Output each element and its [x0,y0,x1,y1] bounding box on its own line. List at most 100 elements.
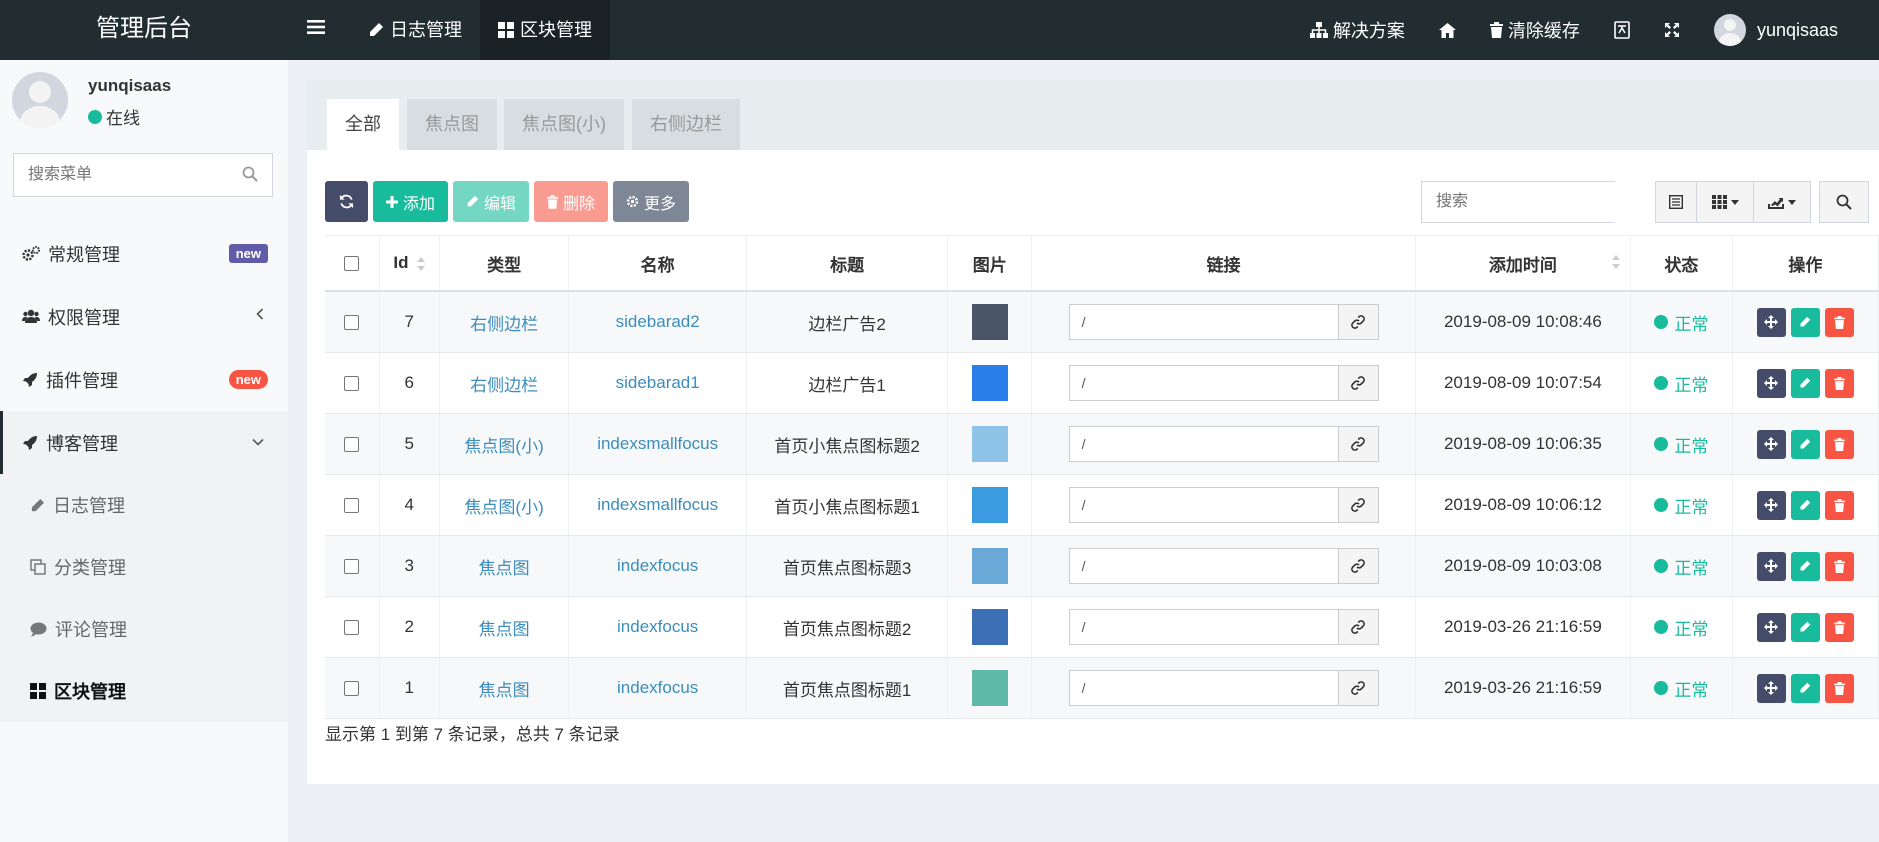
row-name-link[interactable]: sidebarad1 [616,373,700,392]
row-edit-button[interactable] [1790,612,1820,642]
advanced-search-button[interactable] [1819,181,1869,223]
export-button[interactable] [1753,181,1811,223]
table-row[interactable]: 2 焦点图 indexfocus 首页焦点图标题2 / 2019-03-26 2… [325,596,1879,658]
row-name-link[interactable]: indexsmallfocus [597,434,718,453]
open-link-button[interactable] [1338,548,1379,584]
drag-sort-button[interactable] [1756,612,1786,642]
table-row[interactable]: 6 右侧边栏 sidebarad1 边栏广告1 / 2019-08-09 10:… [325,352,1879,414]
sidebar-item-block-manage[interactable]: 区块管理 [0,660,288,722]
row-checkbox[interactable] [344,559,360,575]
row-checkbox[interactable] [344,620,360,636]
row-url-input[interactable]: / [1068,548,1339,584]
row-edit-button[interactable] [1790,307,1820,337]
table-row[interactable]: 4 焦点图(小) indexsmallfocus 首页小焦点图标题1 / 201… [325,474,1879,536]
row-edit-button[interactable] [1790,673,1820,703]
row-checkbox[interactable] [344,437,360,453]
row-url-input[interactable]: / [1068,426,1339,462]
row-thumbnail[interactable] [971,609,1008,645]
open-link-button[interactable] [1338,609,1379,645]
user-menu[interactable]: yunqisaas [1697,0,1855,60]
row-edit-button[interactable] [1790,368,1820,398]
row-checkbox[interactable] [344,376,360,392]
drag-sort-button[interactable] [1756,368,1786,398]
row-thumbnail[interactable] [971,304,1008,340]
fullscreen-button[interactable] [1647,0,1697,60]
add-button[interactable]: 添加 [373,181,449,222]
row-checkbox[interactable] [344,315,360,331]
row-url-input[interactable]: / [1068,609,1339,645]
sidebar-item-comment-manage[interactable]: 评论管理 [0,598,288,660]
sidebar-toggle-button[interactable] [296,0,336,60]
row-delete-button[interactable] [1824,368,1854,398]
row-name-link[interactable]: sidebarad2 [616,312,700,331]
row-url-input[interactable]: / [1068,487,1339,523]
open-link-button[interactable] [1338,670,1379,706]
top-nav-block-manage[interactable]: 区块管理 [480,0,610,60]
row-name-link[interactable]: indexfocus [617,678,698,697]
drag-sort-button[interactable] [1756,429,1786,459]
menu-search-input[interactable] [14,154,252,196]
tab-all[interactable]: 全部 [327,99,399,150]
row-checkbox[interactable] [344,681,360,697]
drag-sort-button[interactable] [1756,551,1786,581]
row-type-link[interactable]: 右侧边栏 [470,376,538,395]
drag-sort-button[interactable] [1756,673,1786,703]
row-edit-button[interactable] [1790,429,1820,459]
row-delete-button[interactable] [1824,490,1854,520]
select-all-checkbox[interactable] [344,256,360,272]
column-header-time[interactable]: 添加时间 [1415,235,1632,292]
clear-cache-button[interactable]: 清除缓存 [1473,0,1597,60]
sidebar-item-category-manage[interactable]: 分类管理 [0,536,288,598]
open-link-button[interactable] [1338,487,1379,523]
sidebar-item-log-manage[interactable]: 日志管理 [0,474,288,536]
tab-focus-small[interactable]: 焦点图(小) [504,99,624,150]
row-thumbnail[interactable] [971,548,1008,584]
top-nav-log-manage[interactable]: 日志管理 [350,0,480,60]
row-name-link[interactable]: indexsmallfocus [597,495,718,514]
table-search-input[interactable] [1422,182,1630,222]
refresh-button[interactable] [325,181,368,222]
sidebar-item-blog[interactable]: 博客管理 [0,411,288,474]
row-type-link[interactable]: 右侧边栏 [470,315,538,334]
row-url-input[interactable]: / [1068,365,1339,401]
edit-button[interactable]: 编辑 [453,181,530,222]
open-link-button[interactable] [1338,365,1379,401]
table-row[interactable]: 3 焦点图 indexfocus 首页焦点图标题3 / 2019-08-09 1… [325,535,1879,597]
row-name-link[interactable]: indexfocus [617,556,698,575]
sidebar-item-plugins[interactable]: 插件管理 new [0,348,288,411]
columns-toggle-button[interactable] [1696,181,1754,223]
card-view-button[interactable] [1655,181,1697,223]
solutions-link[interactable]: 解决方案 [1293,0,1422,60]
app-logo[interactable]: 管理后台 [0,0,288,60]
table-row[interactable]: 7 右侧边栏 sidebarad2 边栏广告2 / 2019-08-09 10:… [325,291,1879,353]
row-thumbnail[interactable] [971,426,1008,462]
row-delete-button[interactable] [1824,551,1854,581]
row-name-link[interactable]: indexfocus [617,617,698,636]
row-delete-button[interactable] [1824,429,1854,459]
drag-sort-button[interactable] [1756,307,1786,337]
row-thumbnail[interactable] [971,487,1008,523]
row-url-input[interactable]: / [1068,670,1339,706]
language-button[interactable] [1597,0,1647,60]
tab-focus[interactable]: 焦点图 [407,99,497,150]
drag-sort-button[interactable] [1756,490,1786,520]
row-type-link[interactable]: 焦点图(小) [464,498,543,517]
row-delete-button[interactable] [1824,673,1854,703]
sidebar-item-permissions[interactable]: 权限管理 [0,285,288,348]
table-row[interactable]: 5 焦点图(小) indexsmallfocus 首页小焦点图标题2 / 201… [325,413,1879,475]
open-link-button[interactable] [1338,304,1379,340]
row-type-link[interactable]: 焦点图(小) [464,437,543,456]
row-delete-button[interactable] [1824,612,1854,642]
row-checkbox[interactable] [344,498,360,514]
row-url-input[interactable]: / [1068,304,1339,340]
row-delete-button[interactable] [1824,307,1854,337]
tab-right-sidebar[interactable]: 右侧边栏 [632,99,740,150]
search-icon[interactable] [242,166,258,187]
delete-button[interactable]: 删除 [534,181,609,222]
column-header-id[interactable]: Id [379,235,440,292]
home-button[interactable] [1422,0,1473,60]
row-type-link[interactable]: 焦点图 [479,620,530,639]
row-type-link[interactable]: 焦点图 [479,681,530,700]
row-thumbnail[interactable] [971,670,1008,706]
more-button[interactable]: 更多 [613,181,690,222]
